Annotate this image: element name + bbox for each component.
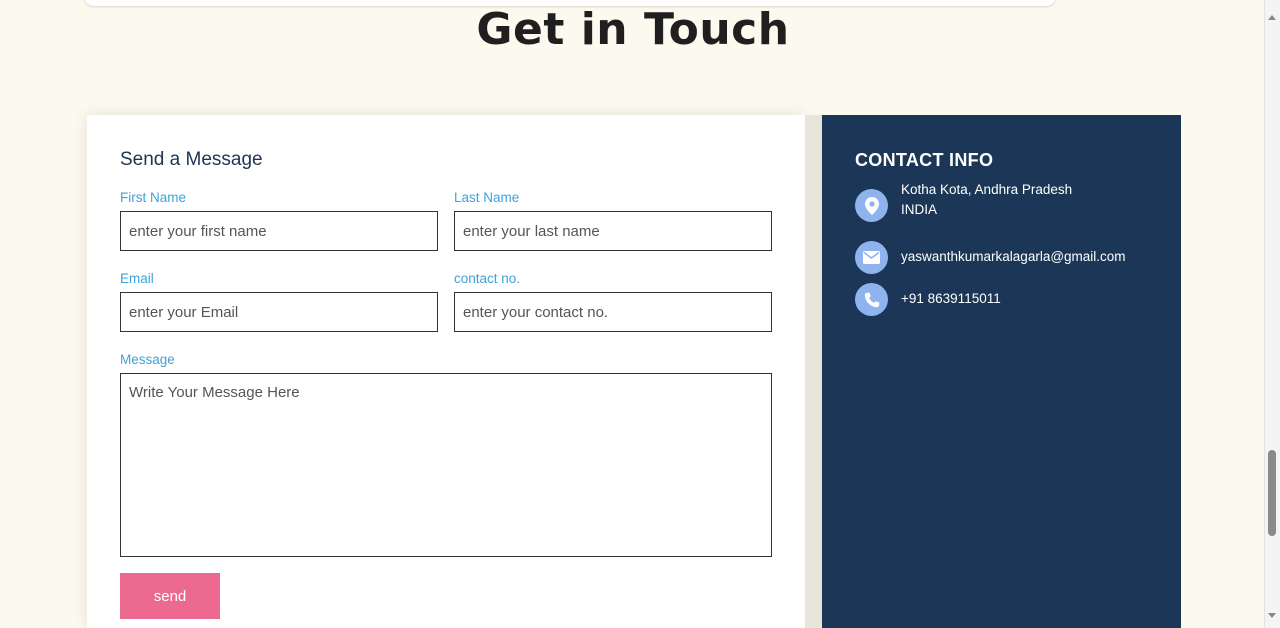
mail-icon	[855, 241, 888, 274]
message-form-card: Send a Message First Name Last Name Emai…	[87, 115, 805, 628]
address-line-1: Kotha Kota, Andhra Pradesh	[901, 182, 1073, 197]
email-input[interactable]	[120, 292, 438, 332]
last-name-input[interactable]	[454, 211, 772, 251]
location-pin-icon	[855, 189, 888, 222]
message-textarea[interactable]	[120, 373, 772, 557]
form-heading: Send a Message	[120, 149, 263, 170]
contact-info-heading: CONTACT INFO	[855, 150, 994, 170]
contact-phone[interactable]: +91 8639115011	[901, 289, 1001, 309]
address-block: Kotha Kota, Andhra Pradesh INDIA	[901, 180, 1072, 220]
first-name-input[interactable]	[120, 211, 438, 251]
email-label: Email	[120, 271, 154, 286]
message-label: Message	[120, 352, 175, 367]
scroll-up-arrow-icon[interactable]	[1268, 15, 1276, 20]
contact-info-panel: CONTACT INFO Kotha Kota, Andhra Pradesh …	[822, 115, 1181, 628]
card-divider	[805, 115, 822, 628]
send-button[interactable]: send	[120, 573, 220, 619]
contact-input[interactable]	[454, 292, 772, 332]
address-line-2: INDIA	[901, 202, 938, 217]
page-title: Get in Touch	[476, 4, 790, 55]
page: Get in Touch Send a Message First Name L…	[0, 0, 1280, 628]
vertical-scrollbar[interactable]	[1264, 0, 1280, 628]
contact-email[interactable]: yaswanthkumarkalagarla@gmail.com	[901, 247, 1126, 267]
phone-icon	[855, 283, 888, 316]
scroll-down-arrow-icon[interactable]	[1268, 613, 1276, 618]
last-name-label: Last Name	[454, 190, 520, 205]
scroll-thumb[interactable]	[1268, 450, 1276, 536]
contact-label: contact no.	[454, 271, 521, 286]
first-name-label: First Name	[120, 190, 187, 205]
